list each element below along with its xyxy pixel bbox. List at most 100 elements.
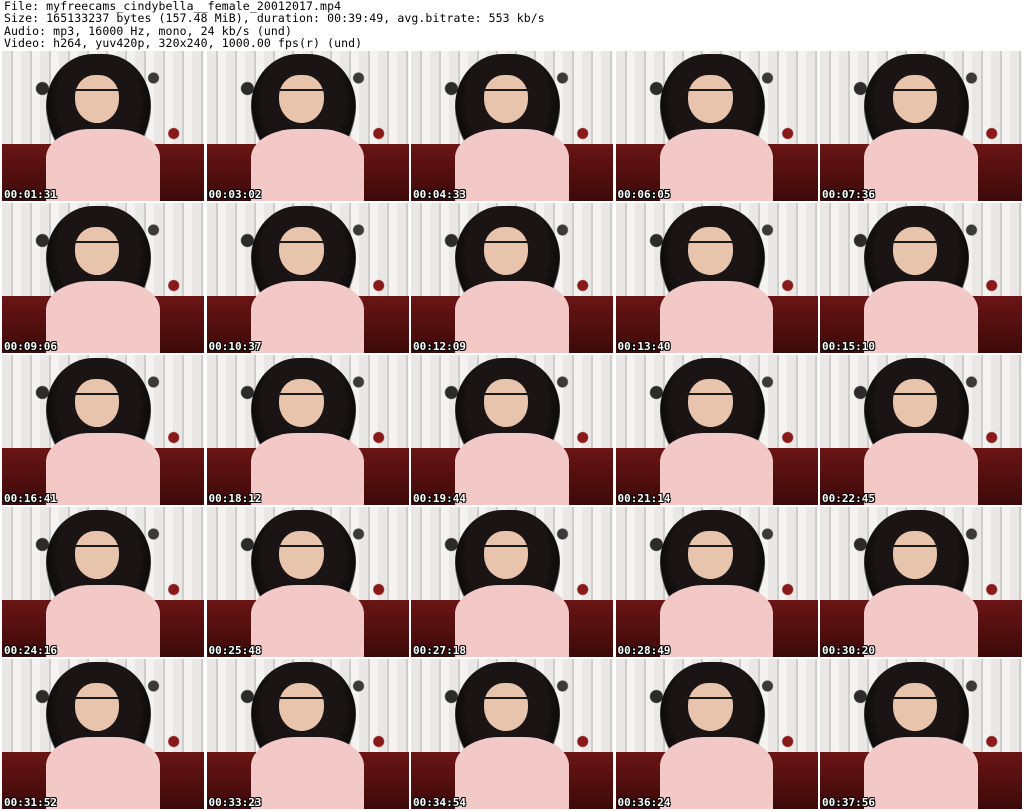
video-thumbnail: 00:27:18 [411, 507, 613, 657]
person-shirt [250, 585, 365, 657]
glasses [481, 696, 531, 710]
glasses [686, 240, 735, 254]
video-thumbnail: 00:19:44 [411, 355, 613, 505]
glasses [481, 392, 531, 406]
glasses [686, 88, 735, 102]
video-thumbnail: 00:18:12 [206, 355, 409, 505]
video-thumbnail: 00:28:49 [615, 507, 818, 657]
person-shirt [659, 281, 774, 353]
thumbnail-timestamp: 00:19:44 [413, 492, 466, 505]
thumbnail-timestamp: 00:13:40 [617, 340, 671, 353]
glasses [890, 88, 940, 102]
person-shirt [864, 737, 978, 809]
video-thumbnail: 00:09:06 [2, 203, 204, 353]
thumbnail-timestamp: 00:21:14 [617, 492, 671, 505]
person-shirt [46, 129, 160, 201]
video-thumbnail: 00:37:56 [820, 659, 1022, 809]
video-thumbnail: 00:04:33 [411, 51, 613, 201]
thumbnail-timestamp: 00:25:48 [208, 644, 262, 657]
thumbnail-timestamp: 00:12:09 [413, 340, 466, 353]
thumbnail-grid: 00:01:31 00:03:02 00:04:33 00:06:05 00:07:36… [2, 51, 1022, 809]
person-shirt [250, 281, 365, 353]
thumbnail-timestamp: 00:22:45 [822, 492, 875, 505]
video-thumbnail: 00:33:23 [206, 659, 409, 809]
thumbnail-timestamp: 00:30:20 [822, 644, 875, 657]
thumbnail-timestamp: 00:33:23 [208, 796, 262, 809]
video-thumbnail: 00:03:02 [206, 51, 409, 201]
glasses [686, 696, 735, 710]
glasses [277, 88, 326, 102]
glasses [72, 696, 122, 710]
thumbnail-timestamp: 00:06:05 [617, 188, 671, 201]
thumbnail-timestamp: 00:03:02 [208, 188, 262, 201]
video-info-line: Video: h264, yuv420p, 320x240, 1000.00 f… [4, 36, 363, 51]
glasses [72, 392, 122, 406]
video-thumbnail: 00:16:41 [2, 355, 204, 505]
glasses [72, 240, 122, 254]
person-shirt [455, 585, 569, 657]
video-thumbnail: 00:13:40 [615, 203, 818, 353]
glasses [890, 392, 940, 406]
file-size-line: Size: 165133237 bytes (157.48 MiB), dura… [4, 11, 545, 26]
glasses [72, 544, 122, 558]
thumbnail-timestamp: 00:36:24 [617, 796, 671, 809]
glasses [686, 392, 735, 406]
person-shirt [250, 433, 365, 505]
thumbnail-timestamp: 00:15:10 [822, 340, 875, 353]
video-thumbnail: 00:07:36 [820, 51, 1022, 201]
glasses [277, 240, 326, 254]
glasses [277, 544, 326, 558]
video-thumbnail: 00:10:37 [206, 203, 409, 353]
glasses [686, 544, 735, 558]
video-thumbnail: 00:25:48 [206, 507, 409, 657]
thumbnail-timestamp: 00:07:36 [822, 188, 875, 201]
person-shirt [250, 737, 365, 809]
person-shirt [659, 585, 774, 657]
glasses [890, 696, 940, 710]
thumbnail-timestamp: 00:18:12 [208, 492, 262, 505]
video-thumbnail: 00:06:05 [615, 51, 818, 201]
person-shirt [455, 281, 569, 353]
thumbnail-timestamp: 00:31:52 [4, 796, 57, 809]
person-shirt [455, 737, 569, 809]
glasses [481, 544, 531, 558]
person-shirt [659, 433, 774, 505]
thumbnail-timestamp: 00:04:33 [413, 188, 466, 201]
glasses [481, 240, 531, 254]
thumbnail-timestamp: 00:10:37 [208, 340, 262, 353]
video-thumbnail: 00:22:45 [820, 355, 1022, 505]
glasses [277, 392, 326, 406]
video-thumbnail: 00:34:54 [411, 659, 613, 809]
person-shirt [864, 585, 978, 657]
video-thumbnail: 00:30:20 [820, 507, 1022, 657]
glasses [481, 88, 531, 102]
glasses [72, 88, 122, 102]
person-shirt [659, 129, 774, 201]
video-thumbnail: 00:24:16 [2, 507, 204, 657]
thumbnail-timestamp: 00:16:41 [4, 492, 57, 505]
video-thumbnail: 00:36:24 [615, 659, 818, 809]
person-shirt [46, 433, 160, 505]
person-shirt [46, 585, 160, 657]
thumbnail-timestamp: 00:09:06 [4, 340, 57, 353]
video-thumbnail: 00:01:31 [2, 51, 204, 201]
file-info-header: File: myfreecams_cindybella__female_2001… [4, 0, 545, 50]
video-thumbnail: 00:31:52 [2, 659, 204, 809]
thumbnail-timestamp: 00:27:18 [413, 644, 466, 657]
video-thumbnail: 00:21:14 [615, 355, 818, 505]
video-thumbnail: 00:12:09 [411, 203, 613, 353]
person-shirt [864, 129, 978, 201]
person-shirt [250, 129, 365, 201]
person-shirt [46, 281, 160, 353]
thumbnail-timestamp: 00:34:54 [413, 796, 466, 809]
person-shirt [455, 129, 569, 201]
thumbnail-timestamp: 00:28:49 [617, 644, 671, 657]
person-shirt [455, 433, 569, 505]
thumbnail-timestamp: 00:37:56 [822, 796, 875, 809]
thumbnail-timestamp: 00:24:16 [4, 644, 57, 657]
glasses [890, 544, 940, 558]
person-shirt [864, 281, 978, 353]
glasses [277, 696, 326, 710]
glasses [890, 240, 940, 254]
person-shirt [864, 433, 978, 505]
